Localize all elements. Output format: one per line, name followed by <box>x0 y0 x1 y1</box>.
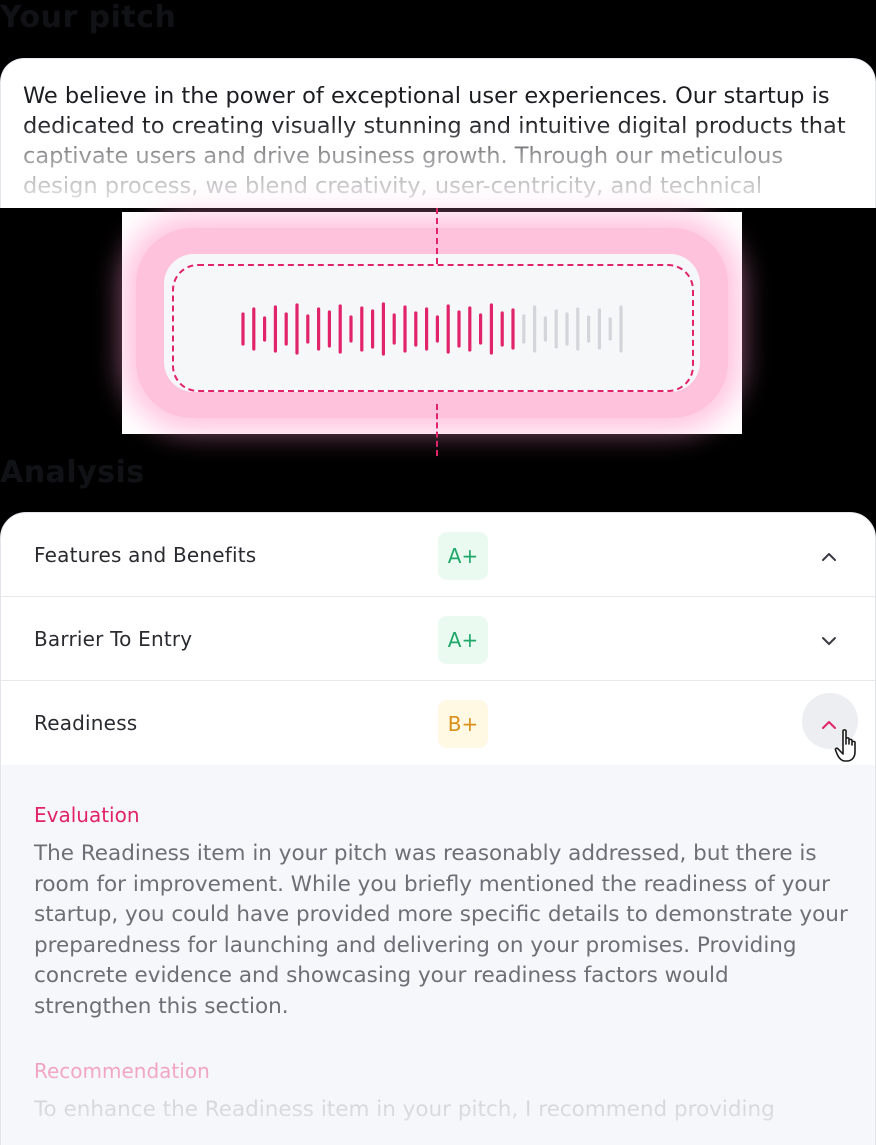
your-pitch-heading: Your pitch <box>0 0 177 35</box>
evaluation-title: Evaluation <box>34 803 140 827</box>
analysis-item-label: Barrier To Entry <box>34 627 193 651</box>
analysis-item-label: Features and Benefits <box>34 543 257 567</box>
grade-badge: B+ <box>438 700 488 748</box>
analysis-heading: Analysis <box>0 455 145 490</box>
analysis-item-readiness[interactable]: Readiness B+ <box>1 681 875 765</box>
dashed-connector-bottom <box>436 404 438 456</box>
chevron-down-icon[interactable] <box>819 631 839 651</box>
grade-badge: A+ <box>438 532 488 580</box>
recommendation-body: To enhance the Readiness item in your pi… <box>34 1097 775 1122</box>
analysis-item-features-and-benefits[interactable]: Features and Benefits A+ <box>1 513 875 597</box>
hand-pointer-cursor-icon <box>834 729 856 762</box>
audio-waveform[interactable] <box>240 300 640 358</box>
dashed-connector-top <box>436 208 438 264</box>
pitch-text-card: We believe in the power of exceptional u… <box>0 58 876 208</box>
chevron-up-icon[interactable] <box>819 547 839 567</box>
analysis-item-barrier-to-entry[interactable]: Barrier To Entry A+ <box>1 597 875 681</box>
details-fade <box>1 1035 875 1145</box>
recommendation-title: Recommendation <box>34 1059 210 1083</box>
grade-badge: A+ <box>438 616 488 664</box>
readiness-details-panel: Evaluation The Readiness item in your pi… <box>1 765 875 1145</box>
analysis-item-label: Readiness <box>34 711 138 735</box>
pitch-text-fade <box>1 121 875 208</box>
pitch-analysis-page: Your pitch We believe in the power of ex… <box>0 0 876 1145</box>
evaluation-body: The Readiness item in your pitch was rea… <box>34 841 848 1019</box>
analysis-card: Features and Benefits A+ Barrier To Entr… <box>0 512 876 1145</box>
